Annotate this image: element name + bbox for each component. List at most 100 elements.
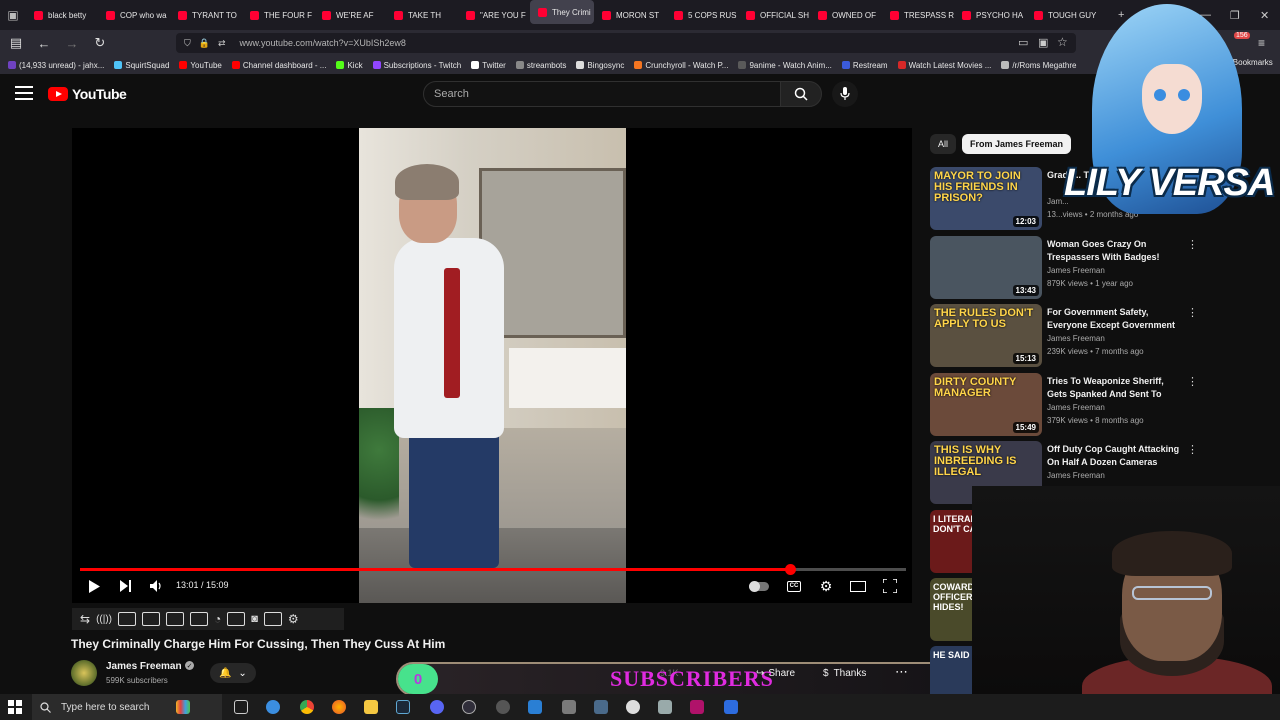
url-text[interactable]: www.youtube.com/watch?v=XUbISh2ew8 <box>240 38 406 48</box>
widgets-icon[interactable] <box>176 700 190 714</box>
audio-wave-icon[interactable]: ((|)) <box>96 614 112 625</box>
cinema-icon[interactable] <box>141 612 160 626</box>
play-button[interactable] <box>86 577 102 595</box>
browser-tab[interactable]: TRESPASS R <box>882 0 954 30</box>
more-options-icon[interactable]: ⋮ <box>1187 443 1198 456</box>
expand-icon[interactable] <box>189 612 208 626</box>
bookmark-item[interactable]: Restream <box>841 61 888 70</box>
search-input[interactable]: Search <box>423 81 781 107</box>
recommendation-thumbnail[interactable]: THE RULES DON'T APPLY TO US 15:13 <box>930 304 1042 367</box>
lock-icon[interactable]: 🔒 <box>199 38 210 49</box>
app-icon[interactable] <box>594 700 608 714</box>
recommendation-thumbnail[interactable]: I LITERALLY DON'T CARE <box>930 510 972 573</box>
browser-tab[interactable]: black betty <box>26 0 98 30</box>
app-icon[interactable] <box>690 700 704 714</box>
recommendation-title[interactable]: Tries To Weaponize Sheriff, Gets Spanked… <box>1047 375 1182 401</box>
back-button[interactable]: ← <box>32 31 56 55</box>
copilot-icon[interactable] <box>266 700 280 714</box>
popout-icon[interactable] <box>165 612 184 626</box>
app-icon[interactable] <box>496 700 510 714</box>
steam-icon[interactable] <box>396 700 410 714</box>
recommendation-title[interactable]: Off Duty Cop Caught Attacking On Half A … <box>1047 443 1182 469</box>
browser-tab[interactable]: PSYCHO HA <box>954 0 1026 30</box>
recommendation-item[interactable]: THE RULES DON'T APPLY TO US 15:13 For Gove… <box>930 304 1200 368</box>
bookmark-item[interactable]: SquirtSquad <box>114 61 169 70</box>
bookmark-item[interactable]: Bingosync <box>576 61 624 70</box>
task-view-icon[interactable] <box>234 700 248 714</box>
browser-tab[interactable]: THE FOUR F <box>242 0 314 30</box>
volume-button[interactable] <box>148 577 164 595</box>
search-button[interactable] <box>780 81 822 107</box>
browser-tab[interactable]: WE'RE AF <box>314 0 386 30</box>
voice-search-button[interactable] <box>832 81 858 107</box>
bookmark-item[interactable]: Twitter <box>471 61 506 70</box>
pocket-icon[interactable]: ▣ <box>1038 36 1048 49</box>
channel-name[interactable]: James Freeman <box>106 661 182 672</box>
recommendation-item[interactable]: DIRTY COUNTY MANAGER 15:49 Tries To Weapon… <box>930 372 1200 437</box>
chip-all[interactable]: All <box>930 134 957 154</box>
app-icon[interactable] <box>528 700 542 714</box>
browser-tab[interactable]: TAKE TH <box>386 0 458 30</box>
recommendation-thumbnail[interactable]: 13:43 <box>930 235 1042 299</box>
url-bar[interactable]: ⛉ 🔒 ⇄ www.youtube.com/watch?v=XUbISh2ew8 <box>176 33 1076 53</box>
browser-tab[interactable]: TYRANT TO <box>170 0 242 30</box>
sidebar-toggle-icon[interactable]: ▤ <box>4 31 28 55</box>
menu-icon[interactable] <box>15 86 33 100</box>
recommendation-thumbnail[interactable]: MAYOR TO JOIN HIS FRIENDS IN PRISON? 12:0… <box>930 167 1042 230</box>
captions-button[interactable]: CC <box>786 577 802 595</box>
obs-icon[interactable] <box>462 700 476 714</box>
loop-segment-icon[interactable] <box>227 612 246 626</box>
enhancer-settings-icon[interactable]: ⚙ <box>288 612 299 626</box>
bookmark-item[interactable]: Subscriptions - Twitch <box>372 61 461 70</box>
recommendation-thumbnail[interactable]: DIRTY COUNTY MANAGER 15:49 <box>930 372 1042 436</box>
progress-scrubber[interactable] <box>784 564 796 575</box>
autoplay-toggle[interactable] <box>748 577 770 595</box>
firefox-icon[interactable] <box>332 700 346 714</box>
recommendation-channel[interactable]: James Freeman <box>1047 334 1105 343</box>
file-explorer-icon[interactable] <box>364 700 378 714</box>
more-options-icon[interactable]: ⋮ <box>1187 238 1198 251</box>
next-button[interactable] <box>118 577 134 595</box>
recommendation-thumbnail[interactable]: COWARD OFFICER HIDES! <box>930 578 972 641</box>
progress-bar[interactable] <box>80 564 906 575</box>
browser-tab[interactable]: 5 COPS RUS <box>666 0 738 30</box>
recommendation-title[interactable]: Woman Goes Crazy On Trespassers With Bad… <box>1047 238 1182 264</box>
reader-view-icon[interactable]: ▭ <box>1018 36 1028 49</box>
recommendation-channel[interactable]: James Freeman <box>1047 403 1105 412</box>
recommendation-item[interactable]: 13:43 Woman Goes Crazy On Trespassers Wit… <box>930 235 1200 300</box>
app-icon[interactable] <box>562 700 576 714</box>
chip-from-channel[interactable]: From James Freeman <box>962 134 1072 154</box>
forward-button[interactable]: → <box>60 31 84 55</box>
browser-tab[interactable]: OWNED OF <box>810 0 882 30</box>
app-icon[interactable] <box>724 700 738 714</box>
browser-tab[interactable]: They Crimi✕ <box>530 0 594 24</box>
discord-icon[interactable] <box>430 700 444 714</box>
keyboard-icon[interactable] <box>263 612 282 626</box>
browser-tab[interactable]: "ARE YOU F <box>458 0 530 30</box>
video-frame[interactable] <box>359 128 626 603</box>
hide-icon[interactable] <box>117 612 136 626</box>
share-button[interactable]: ↪ Share <box>756 664 795 682</box>
shield-icon[interactable]: ⛉ <box>184 38 191 49</box>
fullscreen-button[interactable] <box>882 577 898 595</box>
recommendation-title[interactable]: For Government Safety, Everyone Except G… <box>1047 306 1182 332</box>
bookmark-item[interactable]: Crunchyroll - Watch P... <box>634 61 728 70</box>
windows-start-button[interactable] <box>6 698 24 716</box>
channel-avatar[interactable] <box>71 660 97 686</box>
youtube-logo[interactable]: YouTube <box>48 86 127 102</box>
reload-button[interactable]: ↻ <box>88 31 112 55</box>
bookmark-item[interactable]: YouTube <box>179 61 222 70</box>
recommendation-channel[interactable]: James Freeman <box>1047 266 1105 275</box>
bookmark-item[interactable]: 9anime - Watch Anim... <box>738 61 832 70</box>
screenshot-icon[interactable]: ◙ <box>251 613 258 625</box>
browser-tab[interactable]: COP who wa <box>98 0 170 30</box>
more-options-icon[interactable]: ⋮ <box>1187 306 1198 319</box>
browser-tab[interactable]: MORON ST <box>594 0 666 30</box>
theater-mode-button[interactable] <box>849 577 867 595</box>
bookmark-item[interactable]: Channel dashboard - ... <box>231 61 326 70</box>
more-options-icon[interactable]: ⋮ <box>1187 375 1198 388</box>
speed-icon[interactable]: ◔ <box>214 612 221 626</box>
thanks-button[interactable]: $ Thanks <box>823 664 866 682</box>
loop-icon[interactable]: ⇆ <box>80 612 90 626</box>
more-actions-button[interactable]: ⋯ <box>895 664 908 680</box>
